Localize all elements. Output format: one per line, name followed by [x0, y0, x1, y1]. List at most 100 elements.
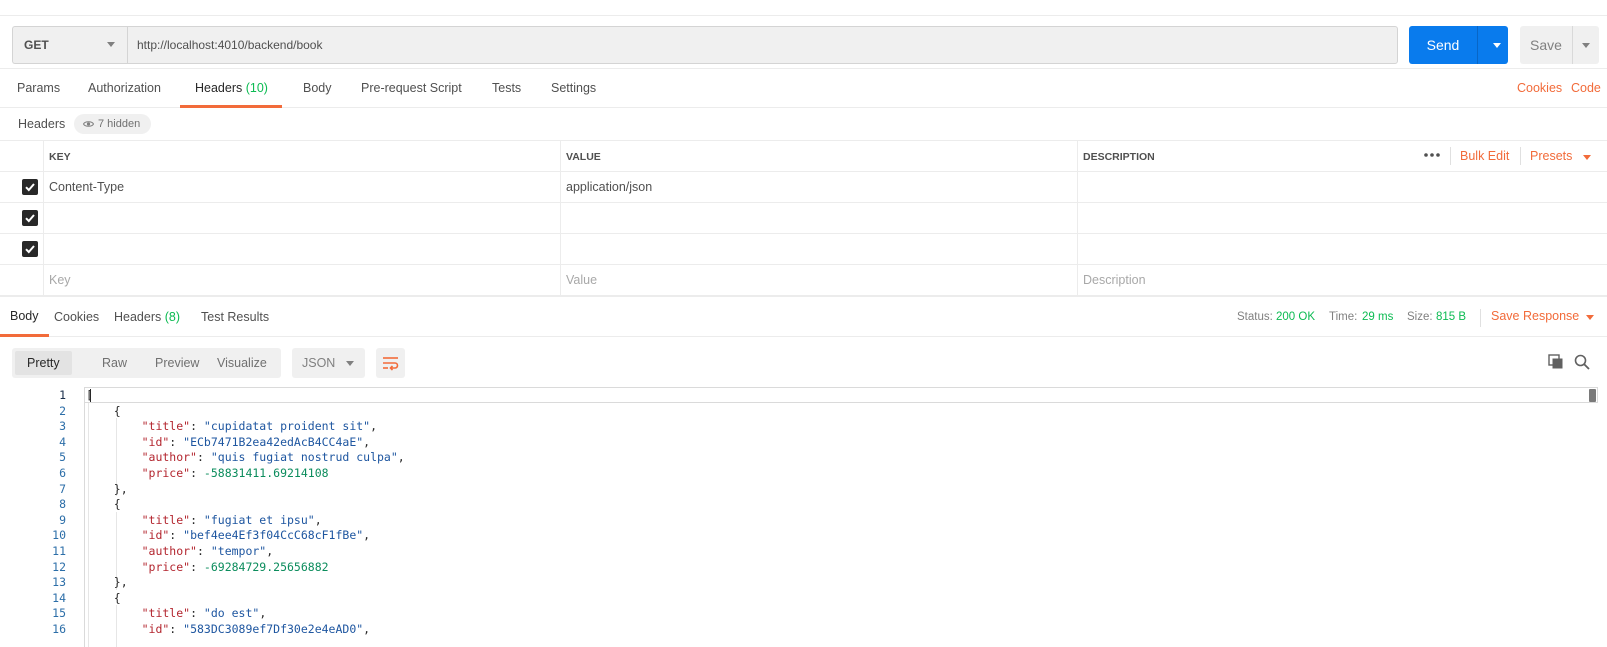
code-token: "quis fugiat nostrud culpa"	[210, 450, 398, 465]
view-mode-raw[interactable]: Raw	[90, 351, 139, 375]
code-line: [	[86, 387, 93, 403]
line-number: 4	[59, 434, 66, 449]
size-value[interactable]: 815 B	[1436, 311, 1466, 323]
checkbox-checked-icon[interactable]	[22, 179, 38, 195]
status-label: Status:	[1237, 311, 1273, 323]
tab-body[interactable]: Body	[303, 69, 332, 108]
response-view-modes: Pretty Raw Preview Visualize	[12, 348, 281, 378]
method-label: GET	[24, 38, 49, 52]
save-response-dropdown[interactable]: Save Response	[1491, 309, 1579, 323]
code-link[interactable]: Code	[1571, 81, 1601, 95]
active-line-highlight	[84, 387, 1598, 403]
line-number: 10	[52, 528, 66, 543]
cookies-link[interactable]: Cookies	[1517, 81, 1562, 95]
checkbox-checked-icon[interactable]	[22, 210, 38, 226]
code-token: "title"	[141, 512, 191, 527]
code-line: "title": "fugiat et ipsu",	[142, 512, 322, 528]
response-tab-headers[interactable]: Headers (8)	[114, 297, 180, 337]
response-tab-test-results[interactable]: Test Results	[201, 297, 269, 337]
save-button-label: Save	[1530, 37, 1562, 53]
code-token: "ECb7471B2ea42edAcB4CC4aE"	[183, 434, 364, 449]
response-format-select[interactable]: JSON	[292, 348, 365, 378]
code-token: :	[190, 512, 204, 527]
status-badge[interactable]: 200 OK	[1276, 311, 1315, 323]
column-header-key: KEY	[49, 151, 71, 163]
code-token: "title"	[141, 419, 191, 434]
send-options-chevron-down-icon[interactable]	[1493, 43, 1501, 48]
toolbar-divider	[1450, 147, 1451, 165]
new-description-input[interactable]: Description	[1083, 273, 1146, 287]
response-tab-body[interactable]: Body	[0, 297, 49, 337]
code-line: "price": -69284729.25656882	[142, 559, 329, 575]
table-row: Content-Type application/json	[0, 172, 1607, 203]
hidden-headers-toggle[interactable]: 7 hidden	[74, 114, 152, 134]
tab-headers-count: (10)	[245, 81, 268, 95]
code-token: :	[190, 559, 204, 574]
header-value-cell[interactable]: application/json	[566, 180, 652, 194]
editor-scrollbar[interactable]	[1589, 389, 1596, 402]
url-input[interactable]	[127, 26, 1398, 64]
code-line: "id": "ECb7471B2ea42edAcB4CC4aE",	[142, 434, 371, 450]
code-token: ,	[259, 606, 267, 621]
response-body-editor[interactable]: 1 2 3 4 5 6 7 8 9 10 11 12 13 14 15 16 [{"title": "cupi…	[0, 387, 1607, 647]
col-divider	[43, 265, 44, 295]
code-line: {	[114, 590, 121, 606]
method-select[interactable]: GET	[12, 26, 127, 64]
code-token: ,	[370, 419, 378, 434]
line-number: 12	[52, 559, 66, 574]
tab-params[interactable]: Params	[17, 69, 60, 108]
format-label: JSON	[302, 356, 336, 370]
col-divider	[560, 203, 561, 233]
col-divider	[560, 172, 561, 202]
line-number: 5	[59, 450, 66, 465]
col-divider	[43, 172, 44, 202]
line-number: 7	[59, 481, 66, 496]
bulk-edit-link[interactable]: Bulk Edit	[1460, 149, 1509, 163]
line-number: 13	[52, 575, 66, 590]
view-mode-preview[interactable]: Preview	[143, 351, 211, 375]
time-value[interactable]: 29 ms	[1362, 311, 1393, 323]
view-mode-visualize[interactable]: Visualize	[205, 351, 279, 375]
code-token: ,	[363, 434, 371, 449]
tab-headers[interactable]: Headers (10)	[180, 69, 282, 108]
code-line: },	[114, 574, 128, 590]
code-token: "id"	[141, 622, 170, 636]
code-token: ,	[363, 528, 371, 543]
line-number: 9	[59, 512, 66, 527]
header-key-cell[interactable]: Content-Type	[49, 180, 124, 194]
indent-guide	[88, 402, 89, 647]
more-dots-icon[interactable]	[1423, 149, 1441, 161]
line-number: 6	[59, 466, 66, 480]
tab-settings[interactable]: Settings	[551, 69, 596, 108]
presets-dropdown[interactable]: Presets	[1530, 149, 1572, 163]
code-token: [	[86, 388, 93, 402]
hidden-headers-label: 7 hidden	[98, 118, 141, 130]
line-number: 1	[59, 388, 66, 402]
code-token: "price"	[141, 466, 191, 480]
col-divider	[1077, 203, 1078, 233]
request-url-bar: GET Send Save	[0, 0, 1607, 68]
new-key-input[interactable]: Key	[49, 273, 71, 287]
toolbar-divider	[1480, 309, 1481, 327]
wrap-lines-button[interactable]	[376, 348, 405, 378]
col-divider	[560, 265, 561, 295]
copy-icon[interactable]	[1548, 354, 1564, 370]
code-token: -58831411.69214108	[203, 466, 329, 480]
send-button[interactable]: Send	[1409, 26, 1508, 64]
table-row	[0, 234, 1607, 265]
code-token: :	[196, 544, 211, 558]
response-tab-cookies[interactable]: Cookies	[54, 297, 99, 337]
save-options-chevron-down-icon[interactable]	[1582, 43, 1590, 48]
search-icon[interactable]	[1574, 354, 1590, 370]
column-header-value: VALUE	[566, 151, 601, 163]
code-token: "id"	[141, 434, 170, 449]
tab-pre-request-script[interactable]: Pre-request Script	[361, 69, 462, 108]
size-label: Size:	[1407, 311, 1433, 323]
view-mode-pretty[interactable]: Pretty	[15, 351, 72, 375]
new-value-input[interactable]: Value	[566, 273, 597, 287]
table-row-new: Key Value Description	[0, 265, 1607, 296]
checkbox-checked-icon[interactable]	[22, 241, 38, 257]
save-button[interactable]: Save	[1520, 26, 1599, 64]
tab-tests[interactable]: Tests	[492, 69, 521, 108]
tab-authorization[interactable]: Authorization	[88, 69, 161, 108]
